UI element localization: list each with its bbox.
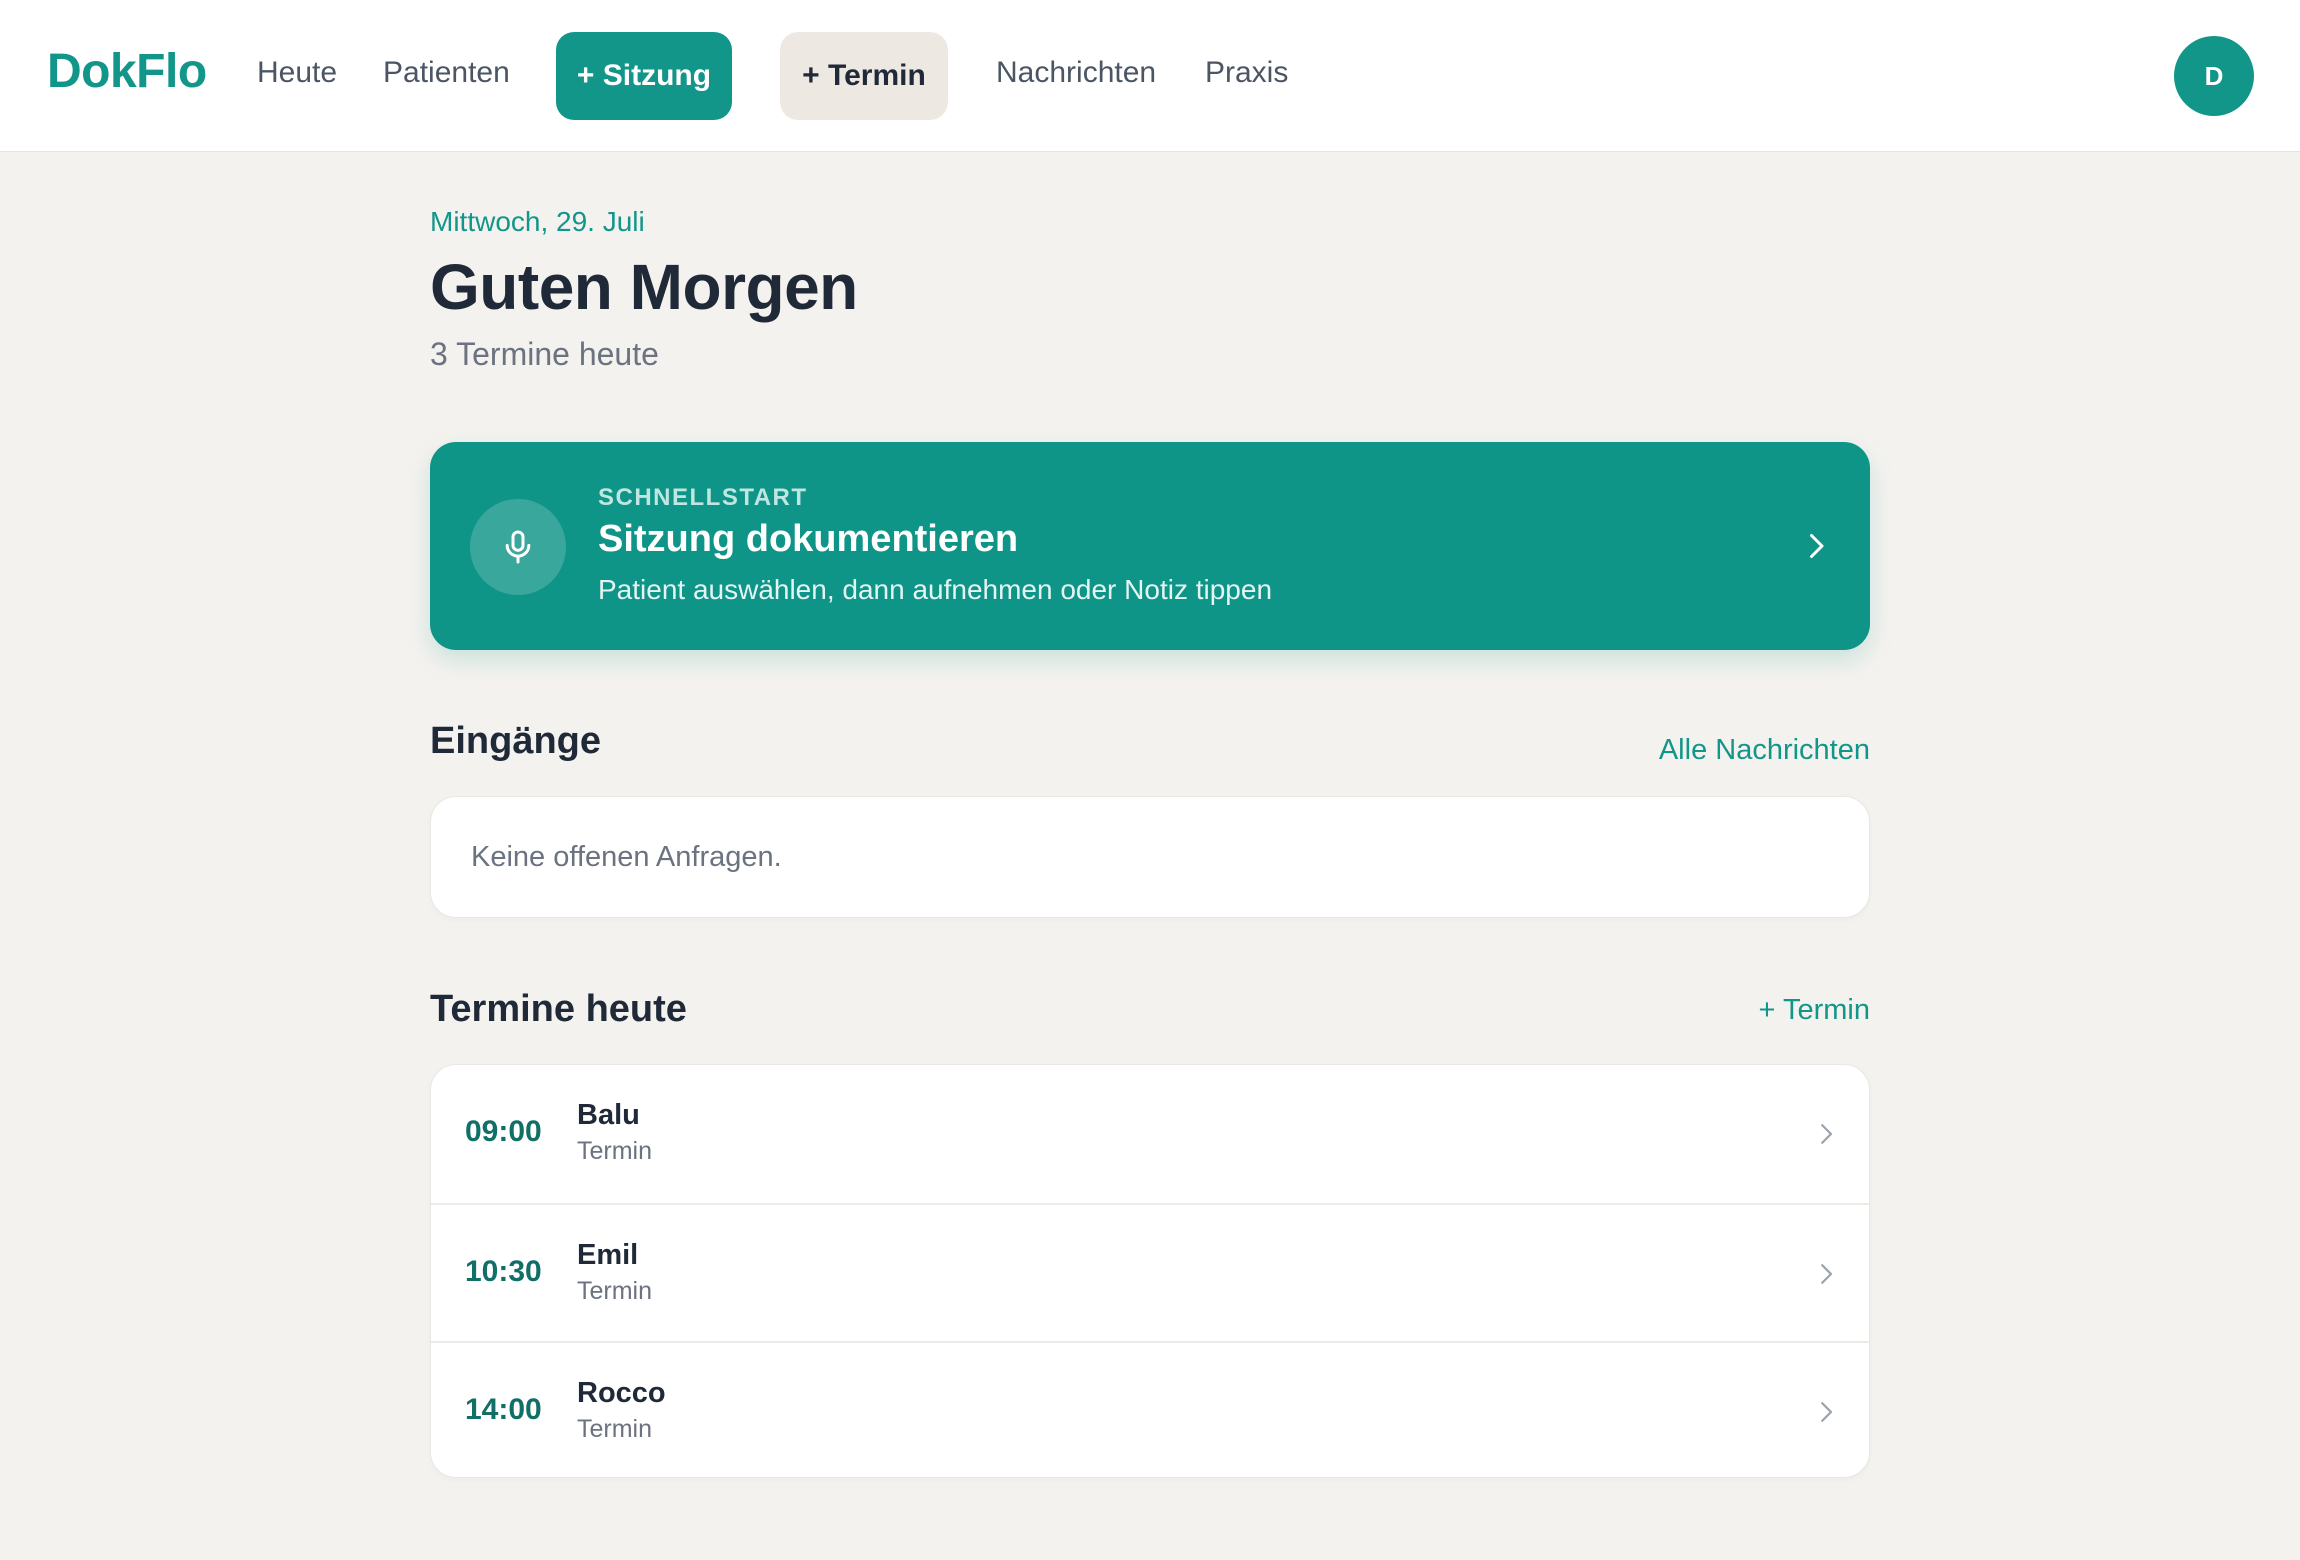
new-appointment-button[interactable]: + Termin — [780, 32, 948, 120]
greeting-heading: Guten Morgen — [430, 251, 858, 323]
appointment-patient-name: Balu — [577, 1099, 640, 1131]
appointment-time: 14:00 — [465, 1393, 542, 1426]
microphone-icon — [470, 499, 566, 595]
appointment-row[interactable]: 09:00 Balu Termin — [431, 1065, 1869, 1203]
user-avatar[interactable]: D — [2174, 36, 2254, 116]
appointments-section-title: Termine heute — [430, 988, 687, 1030]
nav-link-praxis[interactable]: Praxis — [1205, 56, 1288, 90]
appointment-row[interactable]: 10:30 Emil Termin — [431, 1203, 1869, 1341]
top-navigation-bar: DokFlo Heute Patienten + Sitzung + Termi… — [0, 0, 2300, 152]
inbox-empty-message: Keine offenen Anfragen. — [471, 841, 782, 873]
appointment-time: 09:00 — [465, 1115, 542, 1148]
chevron-right-icon — [1821, 1264, 1833, 1284]
appointments-list: 09:00 Balu Termin 10:30 Emil Termin 14:0… — [430, 1064, 1870, 1478]
quickstart-description: Patient auswählen, dann aufnehmen oder N… — [598, 574, 1273, 605]
add-appointment-link[interactable]: + Termin — [1759, 994, 1870, 1027]
nav-link-patienten[interactable]: Patienten — [383, 56, 510, 90]
appointment-type: Termin — [577, 1277, 653, 1305]
appointment-type: Termin — [577, 1137, 653, 1165]
chevron-right-icon — [1821, 1402, 1833, 1422]
inbox-section-title: Eingänge — [430, 720, 602, 762]
appointments-count-text: 3 Termine heute — [430, 336, 659, 372]
quickstart-eyebrow: SCHNELLSTART — [598, 484, 808, 511]
appointment-time: 10:30 — [465, 1255, 542, 1288]
new-session-button[interactable]: + Sitzung — [556, 32, 732, 120]
nav-link-nachrichten[interactable]: Nachrichten — [996, 56, 1156, 90]
appointment-patient-name: Emil — [577, 1239, 639, 1271]
quickstart-document-session-card[interactable]: SCHNELLSTART Sitzung dokumentieren Patie… — [430, 442, 1870, 650]
chevron-right-icon — [1821, 1124, 1833, 1144]
inbox-card: Keine offenen Anfragen. — [430, 796, 1870, 918]
appointment-patient-name: Rocco — [577, 1377, 666, 1409]
chevron-right-icon — [1810, 534, 1824, 558]
current-date: Mittwoch, 29. Juli — [430, 206, 645, 237]
appointment-type: Termin — [577, 1415, 653, 1443]
appointment-row[interactable]: 14:00 Rocco Termin — [431, 1341, 1869, 1477]
all-messages-link[interactable]: Alle Nachrichten — [1659, 734, 1870, 767]
app-logo[interactable]: DokFlo — [47, 44, 207, 99]
nav-link-heute[interactable]: Heute — [257, 56, 337, 90]
quickstart-title: Sitzung dokumentieren — [598, 518, 1019, 560]
